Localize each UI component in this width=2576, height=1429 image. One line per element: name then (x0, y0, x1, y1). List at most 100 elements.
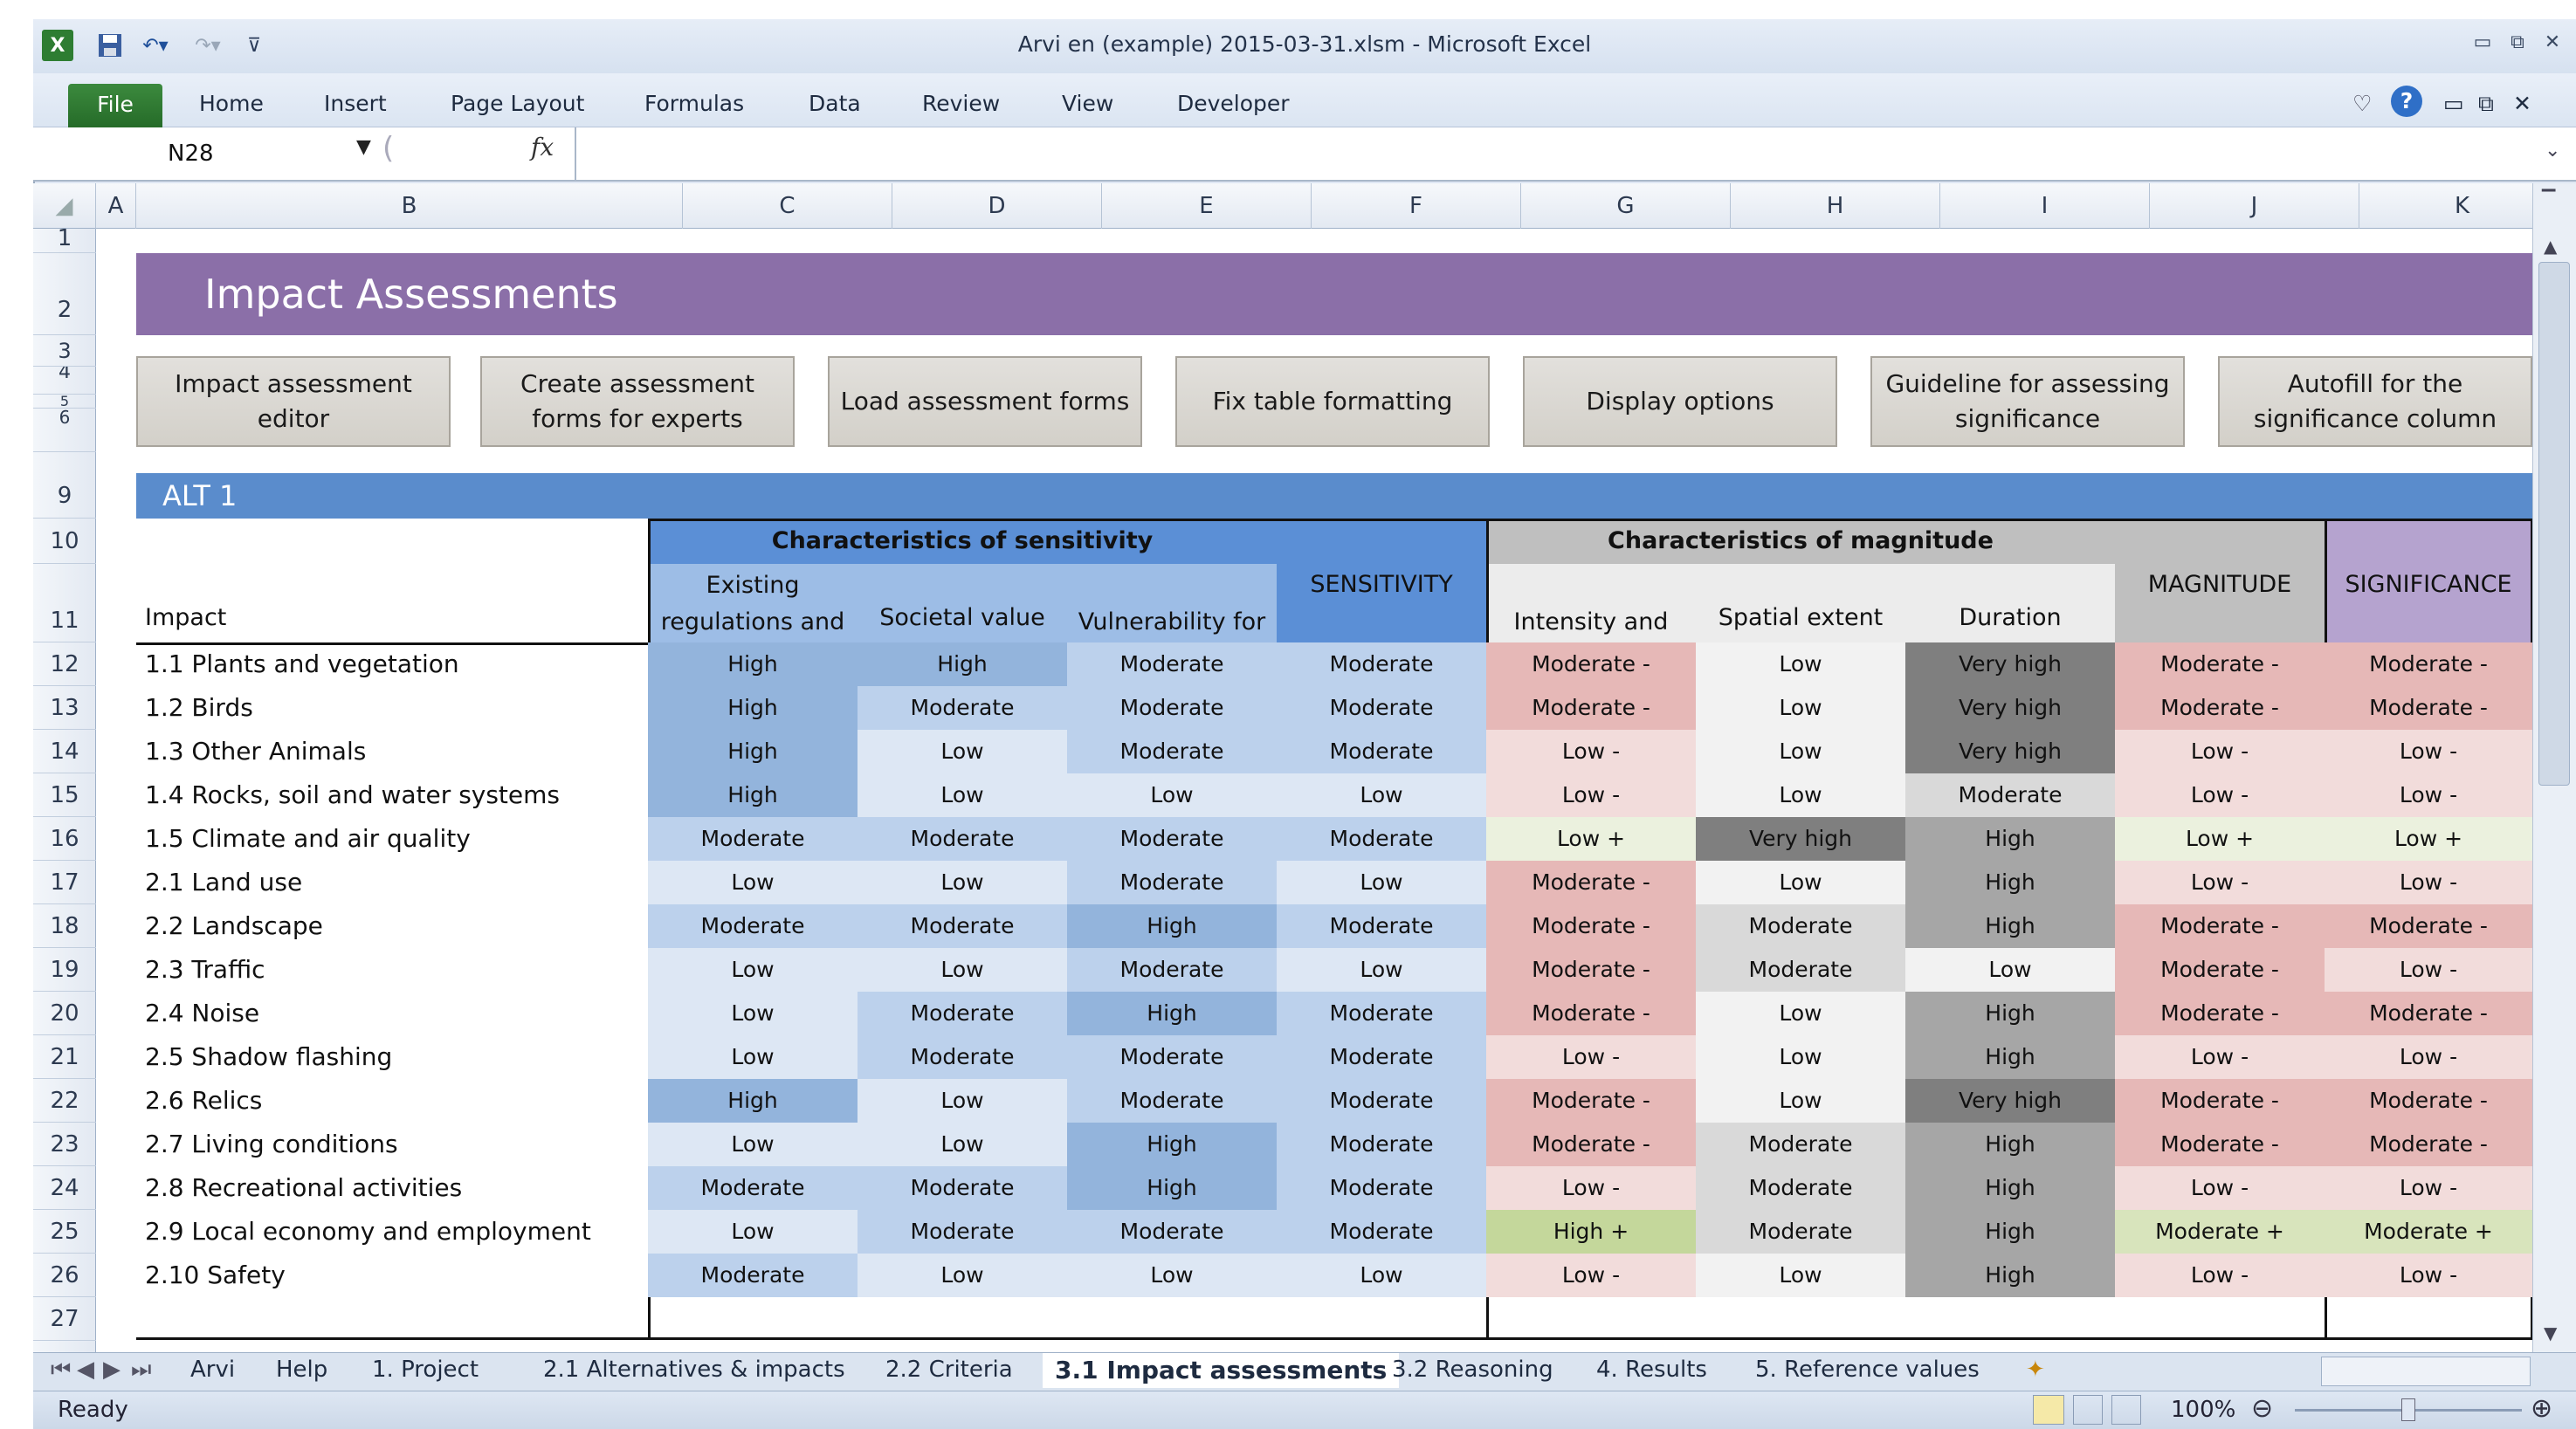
impact-row-label[interactable]: 2.7 Living conditions (136, 1123, 648, 1166)
table-cell[interactable]: Moderate - (1486, 861, 1696, 904)
impact-row-label[interactable]: 1.1 Plants and vegetation (136, 642, 648, 686)
table-cell[interactable]: Moderate - (1486, 686, 1696, 730)
row-header[interactable]: 26 (33, 1254, 96, 1297)
vertical-scrollbar[interactable]: ▔ ▲ ▼ (2532, 183, 2576, 1352)
tab-data[interactable]: Data (809, 91, 861, 116)
table-cell[interactable]: Moderate (1696, 1123, 1905, 1166)
impact-row-label[interactable]: 1.4 Rocks, soil and water systems (136, 773, 648, 817)
table-cell[interactable]: Moderate (1277, 817, 1486, 861)
sheet-tab[interactable]: 1. Project (372, 1357, 479, 1383)
scrollbar-thumb[interactable] (2538, 262, 2570, 786)
table-cell[interactable]: Low + (2325, 817, 2532, 861)
table-cell[interactable]: High (648, 686, 858, 730)
insert-sheet-icon[interactable]: ✦ (2026, 1357, 2045, 1383)
table-cell[interactable]: Moderate - (2115, 686, 2325, 730)
table-cell[interactable]: Low (1696, 861, 1905, 904)
row-header[interactable]: 6 (33, 409, 96, 452)
sheet-tab[interactable]: 4. Results (1596, 1357, 1707, 1383)
table-cell[interactable]: Low (1696, 992, 1905, 1035)
table-cell[interactable]: Low (858, 773, 1067, 817)
column-header-j[interactable]: J (2150, 183, 2359, 229)
table-cell[interactable]: Very high (1905, 1079, 2115, 1123)
table-cell[interactable]: Moderate (858, 1166, 1067, 1210)
table-cell[interactable]: Moderate (648, 1166, 858, 1210)
table-cell[interactable]: Moderate (1067, 1079, 1277, 1123)
zoom-out-icon[interactable]: ⊖ (2251, 1393, 2273, 1424)
row-header[interactable]: 12 (33, 642, 96, 686)
table-cell[interactable]: Moderate - (2325, 686, 2532, 730)
column-header-h[interactable]: H (1731, 183, 1940, 229)
table-cell[interactable]: Moderate (1277, 1166, 1486, 1210)
name-box-dropdown-icon[interactable]: ▼ (356, 136, 371, 158)
tab-view[interactable]: View (1062, 91, 1113, 116)
table-cell[interactable]: Low (1277, 948, 1486, 992)
table-cell[interactable]: Low (648, 948, 858, 992)
column-header-g[interactable]: G (1521, 183, 1731, 229)
table-cell[interactable]: Low - (2115, 861, 2325, 904)
table-cell[interactable]: Low (1696, 1079, 1905, 1123)
sheet-tab[interactable]: 5. Reference values (1755, 1357, 1980, 1383)
row-header[interactable]: 24 (33, 1166, 96, 1210)
column-header-a[interactable]: A (96, 183, 136, 229)
zoom-slider-thumb[interactable] (2401, 1398, 2415, 1421)
table-cell[interactable]: Moderate (1067, 1210, 1277, 1254)
table-cell[interactable]: High (648, 642, 858, 686)
row-header[interactable]: 19 (33, 948, 96, 992)
table-cell[interactable]: Moderate - (1486, 642, 1696, 686)
row-header[interactable]: 15 (33, 773, 96, 817)
impact-row-label[interactable]: 1.2 Birds (136, 686, 648, 730)
table-cell[interactable]: Low - (1486, 1166, 1696, 1210)
impact-row-label[interactable]: 1.3 Other Animals (136, 730, 648, 773)
normal-view-icon[interactable] (2033, 1395, 2064, 1425)
table-cell[interactable]: Low (1905, 948, 2115, 992)
table-cell[interactable]: Moderate (1277, 686, 1486, 730)
table-cell[interactable]: Moderate (858, 904, 1067, 948)
column-header-b[interactable]: B (136, 183, 683, 229)
table-cell[interactable]: High (1067, 1123, 1277, 1166)
table-cell[interactable]: High (1905, 1210, 2115, 1254)
table-cell[interactable]: Low - (1486, 773, 1696, 817)
tab-page-layout[interactable]: Page Layout (451, 91, 584, 116)
row-header[interactable]: 22 (33, 1079, 96, 1123)
row-header[interactable]: 2 (33, 253, 96, 335)
table-cell[interactable]: High (1905, 861, 2115, 904)
table-cell[interactable]: Low (1277, 773, 1486, 817)
scroll-down-icon[interactable]: ▼ (2544, 1323, 2557, 1343)
impact-row-label[interactable]: 2.8 Recreational activities (136, 1166, 648, 1210)
table-cell[interactable]: Moderate - (1486, 904, 1696, 948)
insert-function-icon[interactable]: fx (531, 133, 554, 161)
table-cell[interactable]: Moderate - (1486, 1123, 1696, 1166)
column-header-d[interactable]: D (892, 183, 1102, 229)
table-cell[interactable]: High (648, 773, 858, 817)
table-cell[interactable]: Low (648, 1210, 858, 1254)
table-cell[interactable]: Moderate (1277, 730, 1486, 773)
table-cell[interactable]: High + (1486, 1210, 1696, 1254)
table-cell[interactable]: Low - (2325, 730, 2532, 773)
table-cell[interactable]: Moderate - (1486, 992, 1696, 1035)
impact-row-label[interactable]: 2.1 Land use (136, 861, 648, 904)
table-cell[interactable]: Moderate (1696, 904, 1905, 948)
tab-scroll-prev-icon[interactable]: ◀ (77, 1357, 94, 1383)
table-cell[interactable]: Moderate (1277, 1079, 1486, 1123)
table-cell[interactable]: Low - (2325, 1166, 2532, 1210)
table-cell[interactable]: Low - (1486, 730, 1696, 773)
table-cell[interactable]: Low (648, 992, 858, 1035)
table-cell[interactable]: Moderate + (2115, 1210, 2325, 1254)
tab-scroll-last-icon[interactable]: ⏭ (131, 1357, 151, 1384)
table-cell[interactable]: Low (648, 1123, 858, 1166)
sheet-tab[interactable]: Help (276, 1357, 327, 1383)
table-cell[interactable]: Very high (1696, 817, 1905, 861)
formula-input[interactable] (592, 134, 2513, 173)
table-cell[interactable]: Low - (2325, 948, 2532, 992)
table-cell[interactable]: Low (1277, 861, 1486, 904)
table-cell[interactable]: Low (858, 948, 1067, 992)
table-cell[interactable]: Low (858, 1079, 1067, 1123)
table-cell[interactable]: Moderate - (2115, 948, 2325, 992)
row-header[interactable]: 4 (33, 367, 96, 395)
table-cell[interactable]: Low (1696, 686, 1905, 730)
row-header[interactable]: 23 (33, 1123, 96, 1166)
sheet-tab[interactable]: 2.1 Alternatives & impacts (543, 1357, 845, 1383)
table-cell[interactable]: High (1067, 992, 1277, 1035)
table-cell[interactable]: Moderate (648, 817, 858, 861)
tab-review[interactable]: Review (922, 91, 1000, 116)
